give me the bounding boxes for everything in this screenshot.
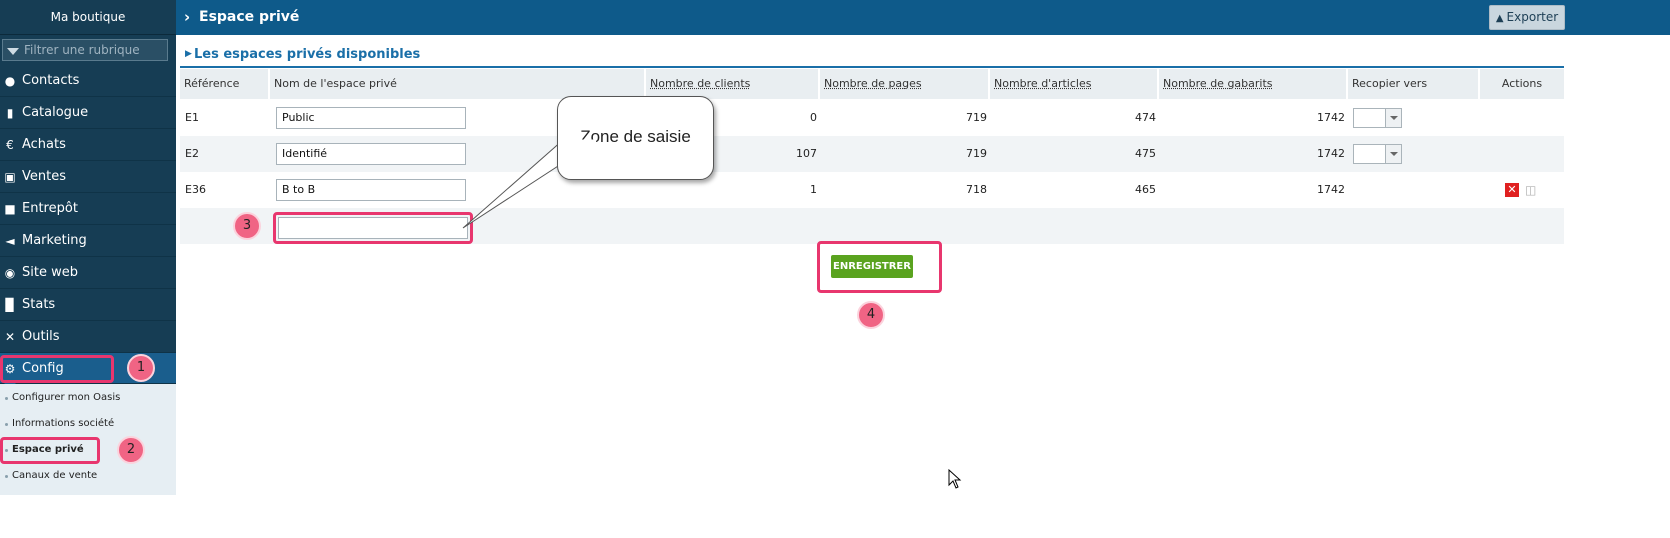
chevron-down-icon (1385, 145, 1401, 163)
row-gabarits: 1742 (1317, 183, 1345, 196)
filter-icon (7, 48, 19, 55)
col-reference: Référence (180, 69, 270, 99)
megaphone-icon: ◄ (5, 234, 15, 248)
bullet (5, 475, 8, 478)
row-pages: 719 (966, 111, 987, 124)
highlight-save (817, 241, 942, 293)
section-title: Les espaces privés disponibles (194, 47, 421, 62)
cart-icon: ▣ (4, 170, 16, 184)
section-header: ▶ Les espaces privés disponibles (180, 46, 1564, 68)
col-actions: Actions (1501, 77, 1543, 90)
col-recopier: Recopier vers (1348, 69, 1480, 99)
user-icon: ● (4, 74, 16, 88)
chevron-down-icon (1385, 109, 1401, 127)
row-reference: E1 (185, 111, 199, 124)
euro-icon: € (6, 138, 14, 152)
row-reference: E36 (185, 183, 206, 196)
sidebar-item-label: Outils (22, 329, 60, 344)
bullet (5, 397, 8, 400)
sidebar-item-label: Ventes (22, 169, 66, 184)
step-badge-2: 2 (117, 436, 145, 464)
col-pages[interactable]: Nombre de pages (820, 69, 990, 99)
name-input[interactable]: B to B (276, 179, 466, 201)
table-row: E1 Public 0 719 474 1742 (180, 100, 1564, 136)
globe-icon: ◉ (4, 266, 16, 280)
upload-icon: ▲ (1495, 13, 1504, 24)
chevron-right-icon: › (184, 8, 191, 26)
col-clients[interactable]: Nombre de clients (646, 69, 820, 99)
mouse-cursor-icon (948, 469, 962, 489)
filter-placeholder: Filtrer une rubrique (24, 43, 140, 57)
row-pages: 718 (966, 183, 987, 196)
table-row: E2 Identifié 107 719 475 1742 (180, 136, 1564, 172)
trash-icon[interactable]: ◫ (1525, 182, 1536, 198)
callout-text: Zone de saisie (580, 127, 691, 146)
callout-bubble: Zone de saisie (557, 96, 714, 180)
row-pages: 719 (966, 147, 987, 160)
highlight-espace-prive (0, 437, 100, 464)
delete-icon[interactable]: ✕ (1505, 183, 1519, 197)
highlight-new-input (273, 212, 473, 244)
submenu-item-informations[interactable]: Informations société (0, 411, 176, 437)
highlight-config (0, 355, 114, 383)
row-gabarits: 1742 (1317, 111, 1345, 124)
row-reference: E2 (185, 147, 199, 160)
col-articles[interactable]: Nombre d'articles (990, 69, 1159, 99)
submenu-item-label: Canaux de vente (12, 470, 98, 481)
caret-right-icon: ▶ (185, 49, 192, 59)
sidebar-item-label: Stats (22, 297, 56, 312)
sidebar-item-entrepot[interactable]: ■ Entrepôt (0, 193, 176, 225)
sidebar-item-outils[interactable]: ✕ Outils (0, 321, 176, 353)
row-articles: 474 (1135, 111, 1156, 124)
row-gabarits: 1742 (1317, 147, 1345, 160)
box-icon: ■ (4, 202, 16, 216)
shop-name: Ma boutique (0, 0, 176, 35)
sidebar-item-label: Entrepôt (22, 201, 78, 216)
submenu-item-canaux[interactable]: Canaux de vente (0, 463, 176, 489)
page-title: Espace privé (199, 9, 300, 25)
filter-input[interactable]: Filtrer une rubrique (2, 39, 168, 61)
sidebar-item-marketing[interactable]: ◄ Marketing (0, 225, 176, 257)
sidebar-item-achats[interactable]: € Achats (0, 129, 176, 161)
export-button[interactable]: ▲ Exporter (1489, 5, 1565, 30)
sidebar-item-label: Site web (22, 265, 78, 280)
sidebar-item-contacts[interactable]: ● Contacts (0, 65, 176, 97)
col-nom: Nom de l'espace privé (270, 69, 646, 99)
submenu-item-label: Configurer mon Oasis (12, 392, 121, 403)
wrench-icon: ✕ (4, 330, 16, 344)
submenu-item-label: Informations société (12, 418, 115, 429)
sidebar-item-stats[interactable]: ▉ Stats (0, 289, 176, 321)
table-row: E36 B to B 1 718 465 1742 ✕ ◫ (180, 172, 1564, 208)
page-header: › Espace privé ▲ Exporter (176, 0, 1670, 35)
step-badge-4: 4 (857, 301, 885, 329)
sidebar-item-label: Catalogue (22, 105, 89, 120)
row-articles: 475 (1135, 147, 1156, 160)
book-icon: ▮ (6, 106, 14, 120)
sidebar-item-label: Achats (22, 137, 66, 152)
row-articles: 465 (1135, 183, 1156, 196)
sidebar-item-ventes[interactable]: ▣ Ventes (0, 161, 176, 193)
table-header: Référence Nom de l'espace privé Nombre d… (180, 69, 1564, 99)
copy-to-dropdown[interactable] (1353, 144, 1402, 164)
sidebar-item-catalogue[interactable]: ▮ Catalogue (0, 97, 176, 129)
sidebar-item-label: Contacts (22, 73, 80, 88)
step-badge-1: 1 (127, 354, 155, 382)
sidebar-item-label: Marketing (22, 233, 87, 248)
name-input[interactable]: Identifié (276, 143, 466, 165)
name-input[interactable]: Public (276, 107, 466, 129)
submenu-item-configurer[interactable]: Configurer mon Oasis (0, 385, 176, 411)
copy-to-dropdown[interactable] (1353, 108, 1402, 128)
bar-chart-icon: ▉ (5, 298, 15, 312)
export-label: Exporter (1506, 10, 1559, 24)
step-badge-3: 3 (233, 212, 261, 240)
bullet (5, 423, 8, 426)
sidebar-item-site-web[interactable]: ◉ Site web (0, 257, 176, 289)
col-gabarits[interactable]: Nombre de gabarits (1159, 69, 1348, 99)
